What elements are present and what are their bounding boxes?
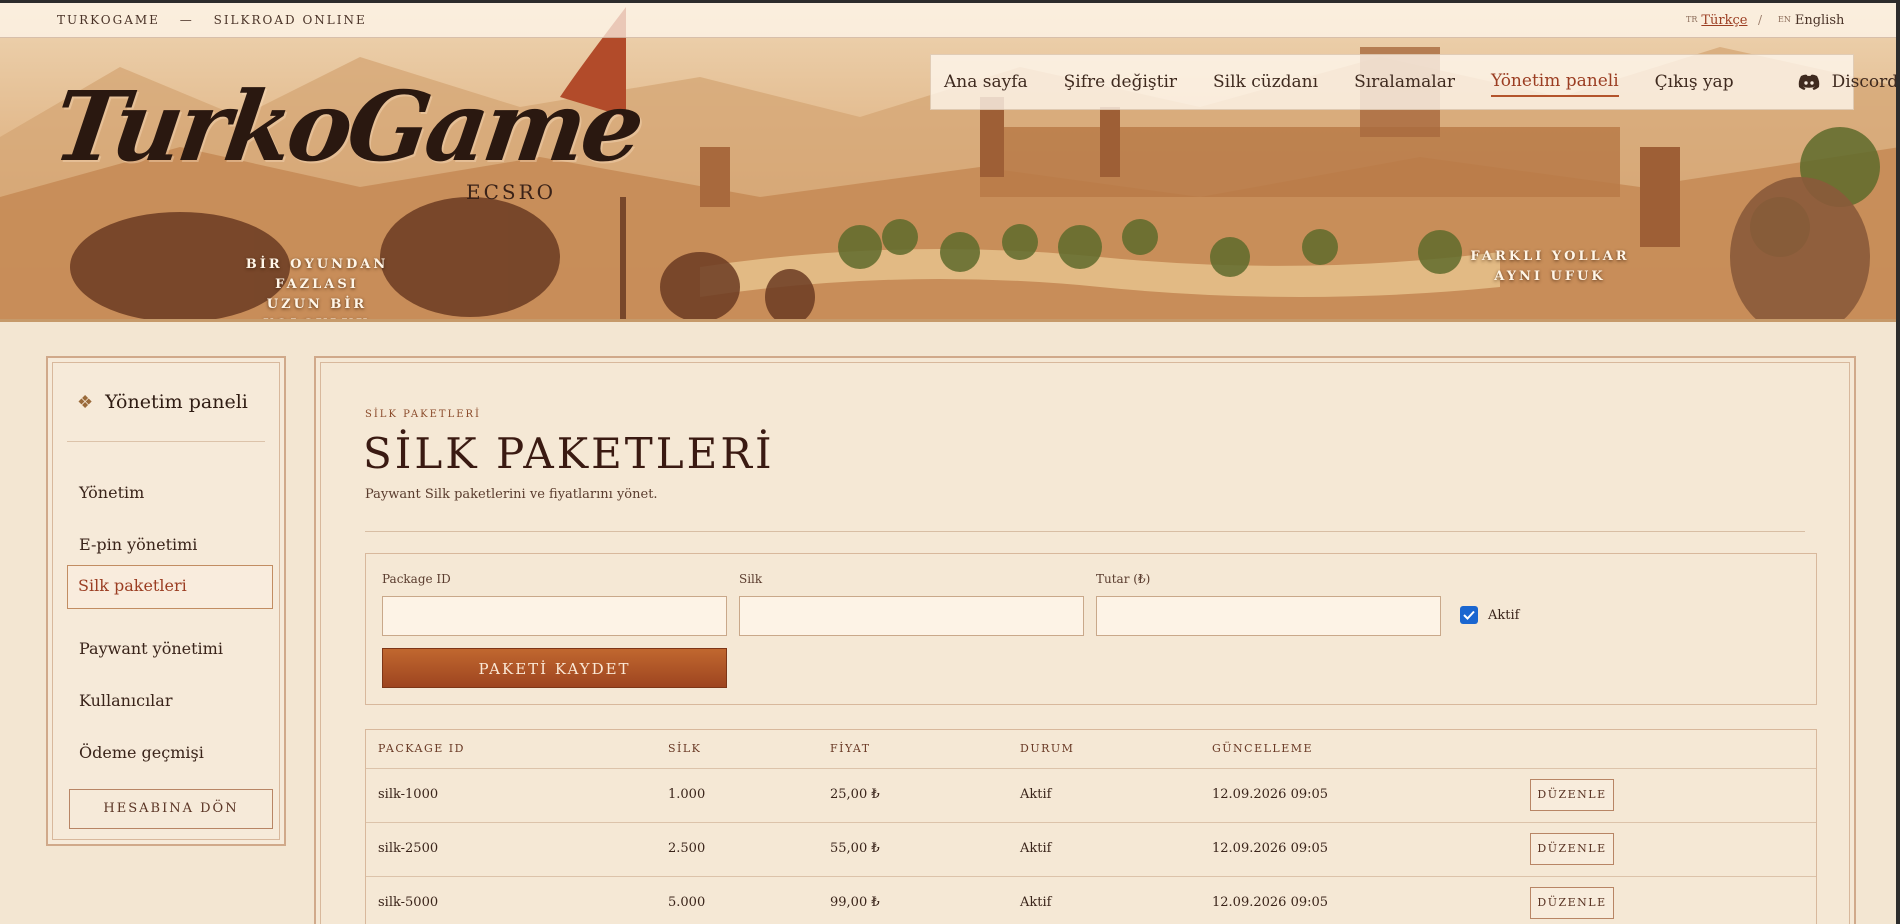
nav-rankings[interactable]: Sıralamalar [1354, 68, 1455, 96]
cell-status: Aktif [1020, 895, 1052, 910]
turkogame-logo[interactable]: TurkoGame [47, 70, 647, 183]
cell-package-id: silk-5000 [378, 895, 439, 910]
cell-price: 99,00 ₺ [830, 895, 880, 910]
tagline-right-line-2: AYNI UFUK [1494, 269, 1606, 284]
cell-updated: 12.09.2026 09:05 [1212, 895, 1329, 910]
cell-updated: 12.09.2026 09:05 [1212, 841, 1329, 856]
active-checkbox[interactable] [1460, 606, 1478, 624]
nav-logout[interactable]: Çıkış yap [1655, 68, 1734, 96]
hero-tagline-left: BİR OYUNDAN FAZLASI UZUN BİR YOLCULUK [212, 255, 422, 319]
sidebar-item-users[interactable]: Kullanıcılar [69, 681, 273, 725]
package-id-input[interactable] [382, 596, 727, 636]
sidebar-title-label: Yönetim paneli [105, 391, 248, 413]
cell-silk: 2.500 [668, 841, 706, 856]
package-id-label: Package ID [382, 572, 451, 586]
save-package-button[interactable]: PAKETİ KAYDET [382, 648, 727, 688]
column-header-updated: GÜNCELLEME [1212, 742, 1314, 755]
sidebar-item-paywant[interactable]: Paywant yönetimi [69, 629, 273, 673]
cell-package-id: silk-1000 [378, 787, 439, 802]
sidebar-item-epin[interactable]: E-pin yönetimi [69, 525, 273, 569]
main-navigation: Ana sayfa Şifre değiştir Silk cüzdanı Sı… [930, 54, 1898, 110]
product-name: SILKROAD ONLINE [213, 13, 367, 27]
window-edge [1896, 0, 1900, 924]
language-turkish-label: Türkçe [1701, 13, 1748, 28]
top-bar: TURKOGAME — SILKROAD ONLINE TR Türkçe / E… [0, 0, 1900, 38]
silk-packages-panel: SİLK PAKETLERİ SİLK PAKETLERİ Paywant Si… [314, 356, 1856, 924]
panel-frame: SİLK PAKETLERİ SİLK PAKETLERİ Paywant Si… [320, 362, 1850, 924]
active-checkbox-label: Aktif [1488, 607, 1520, 623]
silk-label: Silk [739, 572, 763, 586]
sidebar-item-payment-history[interactable]: Ödeme geçmişi [69, 733, 273, 777]
table-row: silk-2500 2.500 55,00 ₺ Aktif 12.09.2026… [366, 823, 1816, 877]
discord-icon [1798, 74, 1819, 90]
cell-status: Aktif [1020, 787, 1052, 802]
column-header-package-id: PACKAGE ID [378, 742, 465, 755]
cell-price: 55,00 ₺ [830, 841, 880, 856]
nav-home[interactable]: Ana sayfa [944, 68, 1028, 96]
sidebar-item-management[interactable]: Yönetim [69, 473, 273, 517]
edit-button[interactable]: DÜZENLE [1530, 779, 1614, 811]
cell-price: 25,00 ₺ [830, 787, 880, 802]
sidebar-divider [67, 441, 265, 442]
logo-subtitle: ECSRO [466, 180, 557, 204]
turkish-flag-code: TR [1686, 15, 1698, 24]
brand-name: TURKOGAME [57, 13, 160, 27]
cell-status: Aktif [1020, 841, 1052, 856]
nav-admin-panel[interactable]: Yönetim paneli [1490, 67, 1619, 97]
edit-button[interactable]: DÜZENLE [1530, 887, 1614, 919]
sidebar-frame: ❖ Yönetim paneli Yönetim E-pin yönetimi … [52, 362, 280, 840]
nav-silk-wallet[interactable]: Silk cüzdanı [1213, 68, 1318, 96]
silk-input[interactable] [739, 596, 1084, 636]
tagline-right-line-1: FARKLI YOLLAR [1470, 249, 1630, 264]
hero-banner: TURKOGAME — SILKROAD ONLINE TR Türkçe / E… [0, 0, 1900, 322]
english-flag-code: EN [1778, 15, 1791, 24]
language-english[interactable]: EN English [1778, 13, 1844, 28]
page-subtitle: Paywant Silk paketlerini ve fiyatlarını … [365, 487, 658, 502]
edit-button[interactable]: DÜZENLE [1530, 833, 1614, 865]
cell-package-id: silk-2500 [378, 841, 439, 856]
column-header-status: DURUM [1020, 742, 1075, 755]
packages-table: PACKAGE ID SİLK FİYAT DURUM GÜNCELLEME s… [365, 729, 1817, 924]
nav-change-password[interactable]: Şifre değiştir [1064, 68, 1177, 96]
language-english-label: English [1794, 13, 1845, 28]
package-form: Package ID Silk Tutar (₺) Aktif PAKETİ K… [365, 553, 1817, 705]
cell-silk: 1.000 [668, 787, 706, 802]
language-turkish[interactable]: TR Türkçe [1686, 13, 1747, 28]
ornament-diamond-icon: ❖ [77, 391, 94, 413]
tagline-left-line-1: BİR OYUNDAN FAZLASI [245, 257, 389, 292]
nav-discord[interactable]: Discord [1798, 72, 1899, 92]
site-brand-line: TURKOGAME — SILKROAD ONLINE [57, 13, 381, 27]
sidebar-item-silk-packages[interactable]: Silk paketleri [67, 565, 273, 609]
cell-silk: 5.000 [668, 895, 706, 910]
title-divider [365, 531, 1805, 532]
column-header-price: FİYAT [830, 742, 871, 755]
admin-sidebar: ❖ Yönetim paneli Yönetim E-pin yönetimi … [46, 356, 286, 846]
back-to-account-button[interactable]: HESABINA DÖN [69, 789, 273, 829]
table-row: silk-1000 1.000 25,00 ₺ Aktif 12.09.2026… [366, 769, 1816, 823]
active-checkbox-group[interactable]: Aktif [1460, 606, 1519, 624]
discord-label: Discord [1831, 72, 1899, 92]
brand-dash: — [179, 13, 194, 27]
cell-updated: 12.09.2026 09:05 [1212, 787, 1329, 802]
table-row: silk-5000 5.000 99,00 ₺ Aktif 12.09.2026… [366, 877, 1816, 924]
tagline-left-line-2: UZUN BİR YOLCULUK [264, 297, 368, 319]
page-title: SİLK PAKETLERİ [363, 429, 775, 478]
hero-tagline-right: FARKLI YOLLAR AYNI UFUK [1470, 247, 1630, 287]
amount-input[interactable] [1096, 596, 1441, 636]
amount-label: Tutar (₺) [1096, 572, 1151, 586]
language-separator: / [1758, 13, 1763, 27]
sidebar-title: ❖ Yönetim paneli [77, 391, 248, 413]
checkmark-icon [1463, 610, 1475, 620]
column-header-silk: SİLK [668, 742, 702, 755]
page-eyebrow: SİLK PAKETLERİ [365, 409, 481, 420]
